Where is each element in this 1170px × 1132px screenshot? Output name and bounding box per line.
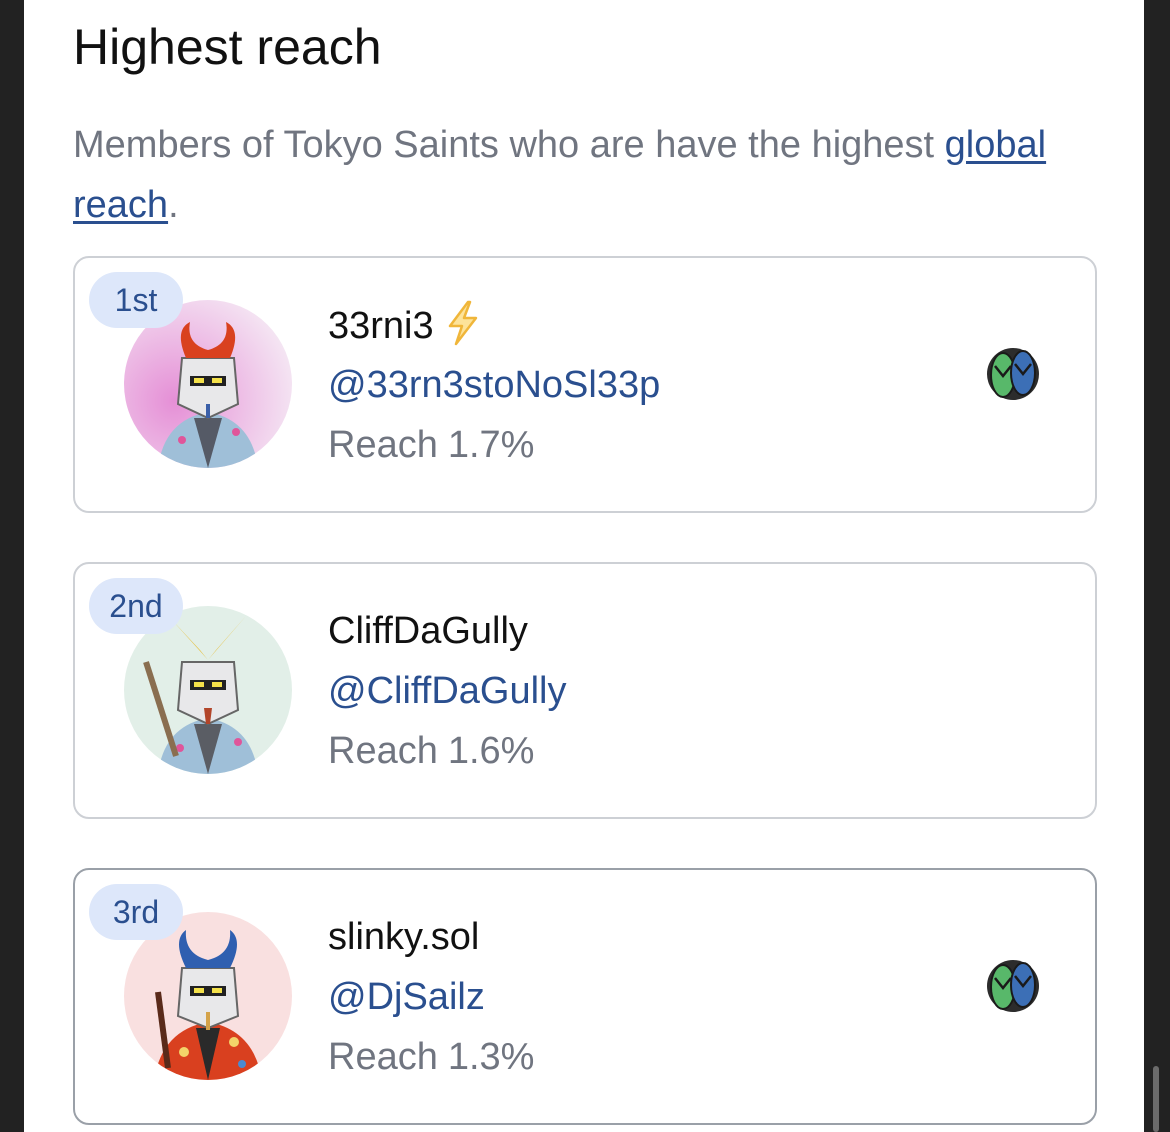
rank-badge: 2nd [89,578,183,634]
member-card[interactable]: 3rd slinky.sol @DjSailz Reach 1.3% [73,868,1097,1125]
member-card[interactable]: 1st 33rni3 @33rn3stoNoSl33p Reach 1.7% [73,256,1097,513]
flip-flops-icon [985,346,1041,402]
rank-badge: 1st [89,272,183,328]
member-handle[interactable]: @33rn3stoNoSl33p [328,360,660,410]
reach-value: 1.6% [447,730,535,772]
reach-label: Reach [328,424,438,466]
member-reach: Reach 1.7% [328,420,534,470]
reach-label: Reach [328,1036,438,1078]
member-name[interactable]: CliffDaGully [328,606,528,656]
member-reach: Reach 1.3% [328,1032,534,1082]
member-reach: Reach 1.6% [328,726,534,776]
member-card[interactable]: 2nd CliffDaGully @CliffDaGully Reach 1.6% [73,562,1097,819]
rank-badge: 3rd [89,884,183,940]
description-text: Members of Tokyo Saints who are have the… [73,124,945,166]
member-name[interactable]: slinky.sol [328,912,479,962]
reach-value: 1.7% [447,424,535,466]
description-period: . [168,184,179,226]
member-handle[interactable]: @CliffDaGully [328,666,566,716]
reach-label: Reach [328,730,438,772]
reach-value: 1.3% [447,1036,535,1078]
highest-reach-panel: Highest reach Members of Tokyo Saints wh… [24,0,1144,1132]
lightning-bolt-icon [448,300,477,346]
scrollbar-thumb[interactable] [1153,1066,1159,1132]
member-name[interactable]: 33rni3 [328,300,482,351]
flip-flops-icon [985,958,1041,1014]
section-description: Members of Tokyo Saints who are have the… [73,115,1073,235]
section-title: Highest reach [73,19,382,75]
member-name-text: 33rni3 [328,305,434,347]
member-handle[interactable]: @DjSailz [328,972,485,1022]
